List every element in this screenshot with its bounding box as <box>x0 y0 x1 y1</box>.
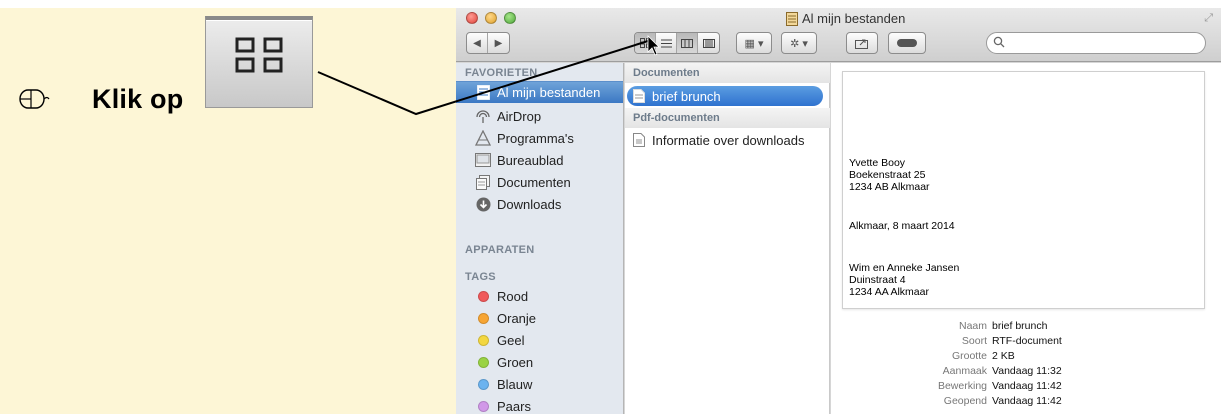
file-row-brief-brunch[interactable]: brief brunch <box>627 86 823 106</box>
sidebar-item-airdrop[interactable]: AirDrop <box>456 105 623 127</box>
gear-icon: ✲ ▾ <box>790 37 808 50</box>
all-files-icon <box>475 85 491 101</box>
tag-dot-icon <box>477 378 489 390</box>
tag-pill-icon <box>897 39 917 47</box>
sidebar: FAVORIETEN Al mijn bestanden AirDrop Pro… <box>456 63 624 414</box>
mouse-icon <box>19 89 50 109</box>
search-field[interactable] <box>986 32 1206 54</box>
tag-dot-icon <box>477 312 489 324</box>
rtf-document-icon <box>633 89 645 103</box>
finder-window: Al mijn bestanden ⤢ ◀ ▶ ▦ ▾ ✲ ▾ FAVORIET… <box>456 8 1221 414</box>
sidebar-tag-blue[interactable]: Blauw <box>456 373 623 395</box>
info-row-opened: Geopend Vandaag 11:42 <box>943 395 1062 407</box>
all-files-title-icon <box>786 11 798 26</box>
applications-icon <box>475 130 491 146</box>
minimize-button[interactable] <box>485 12 497 24</box>
list-view-button[interactable] <box>656 33 677 53</box>
tag-dot-icon <box>477 334 489 346</box>
info-row-name: Naam brief brunch <box>958 320 1048 332</box>
tag-dot-icon <box>477 290 489 302</box>
view-buttons <box>634 32 720 54</box>
back-button[interactable]: ◀ <box>467 33 488 53</box>
column-view-icon <box>681 38 693 48</box>
icon-view-button-zoom <box>205 16 313 108</box>
forward-button[interactable]: ▶ <box>488 33 509 53</box>
search-icon <box>993 36 1005 48</box>
downloads-icon <box>475 196 491 212</box>
info-row-size: Grootte 2 KB <box>951 350 1015 362</box>
list-view-icon <box>660 39 672 47</box>
sidebar-item-all-files[interactable]: Al mijn bestanden <box>456 81 623 103</box>
arrange-icon: ▦ ▾ <box>744 37 764 50</box>
sidebar-tag-red[interactable]: Rood <box>456 285 623 307</box>
doc-line: 1234 AA Alkmaar <box>849 286 929 298</box>
tags-button[interactable] <box>888 32 926 54</box>
share-button[interactable] <box>846 32 878 54</box>
arrange-button[interactable]: ▦ ▾ <box>736 32 772 54</box>
sidebar-item-desktop[interactable]: Bureaublad <box>456 149 623 171</box>
instruction-text: Klik op <box>92 84 184 114</box>
documents-icon <box>475 174 491 190</box>
doc-line: Alkmaar, 8 maart 2014 <box>849 220 955 232</box>
sidebar-tag-green[interactable]: Groen <box>456 351 623 373</box>
preview-pane: Yvette Booy Boekenstraat 25 1234 AB Alkm… <box>831 63 1221 414</box>
sidebar-item-downloads[interactable]: Downloads <box>456 193 623 215</box>
column-view-button[interactable] <box>677 33 698 53</box>
group-header-pdf: Pdf-documenten <box>625 108 830 128</box>
info-row-created: Aanmaak Vandaag 11:32 <box>942 365 1062 377</box>
close-button[interactable] <box>466 12 478 24</box>
icon-view-icon <box>639 38 651 48</box>
search-input[interactable] <box>1007 35 1197 51</box>
doc-line: Yvette Booy <box>849 157 906 169</box>
icon-view-grid-icon <box>235 37 283 73</box>
file-column: Documenten brief brunch Pdf-documenten I… <box>625 63 830 414</box>
instruction-panel: Klik op <box>0 8 456 414</box>
doc-line: Boekenstraat 25 <box>849 169 926 181</box>
fullscreen-icon[interactable]: ⤢ <box>1204 12 1213 25</box>
nav-buttons: ◀ ▶ <box>466 32 510 54</box>
icon-view-button[interactable] <box>635 33 656 53</box>
doc-line: Duinstraat 4 <box>849 274 906 286</box>
sidebar-item-documents[interactable]: Documenten <box>456 171 623 193</box>
sidebar-item-applications[interactable]: Programma's <box>456 127 623 149</box>
tag-dot-icon <box>477 400 489 412</box>
airdrop-icon <box>475 108 491 124</box>
sidebar-tag-yellow[interactable]: Geel <box>456 329 623 351</box>
info-row-kind: Soort RTF-document <box>961 335 1062 347</box>
zoom-button[interactable] <box>504 12 516 24</box>
group-header-documents: Documenten <box>625 63 830 83</box>
sidebar-header-tags: TAGS <box>465 271 496 283</box>
sidebar-tag-purple[interactable]: Paars <box>456 395 623 414</box>
tag-dot-icon <box>477 356 489 368</box>
sidebar-header-favorites: FAVORIETEN <box>465 67 538 79</box>
file-row-informatie[interactable]: Informatie over downloads <box>627 130 823 150</box>
share-icon <box>855 39 868 49</box>
sidebar-tag-orange[interactable]: Oranje <box>456 307 623 329</box>
action-button[interactable]: ✲ ▾ <box>781 32 817 54</box>
pdf-document-icon <box>633 133 645 147</box>
desktop-icon <box>475 152 491 168</box>
coverflow-view-button[interactable] <box>698 33 719 53</box>
doc-line: 1234 AB Alkmaar <box>849 181 930 193</box>
window-title: Al mijn bestanden <box>786 11 905 26</box>
sidebar-header-devices: APPARATEN <box>465 244 535 256</box>
titlebar: Al mijn bestanden ⤢ ◀ ▶ ▦ ▾ ✲ ▾ <box>456 8 1221 62</box>
document-preview: Yvette Booy Boekenstraat 25 1234 AB Alkm… <box>842 71 1205 309</box>
info-row-modified: Bewerking Vandaag 11:42 <box>937 380 1062 392</box>
doc-line: Wim en Anneke Jansen <box>849 262 960 274</box>
coverflow-view-icon <box>702 38 715 48</box>
